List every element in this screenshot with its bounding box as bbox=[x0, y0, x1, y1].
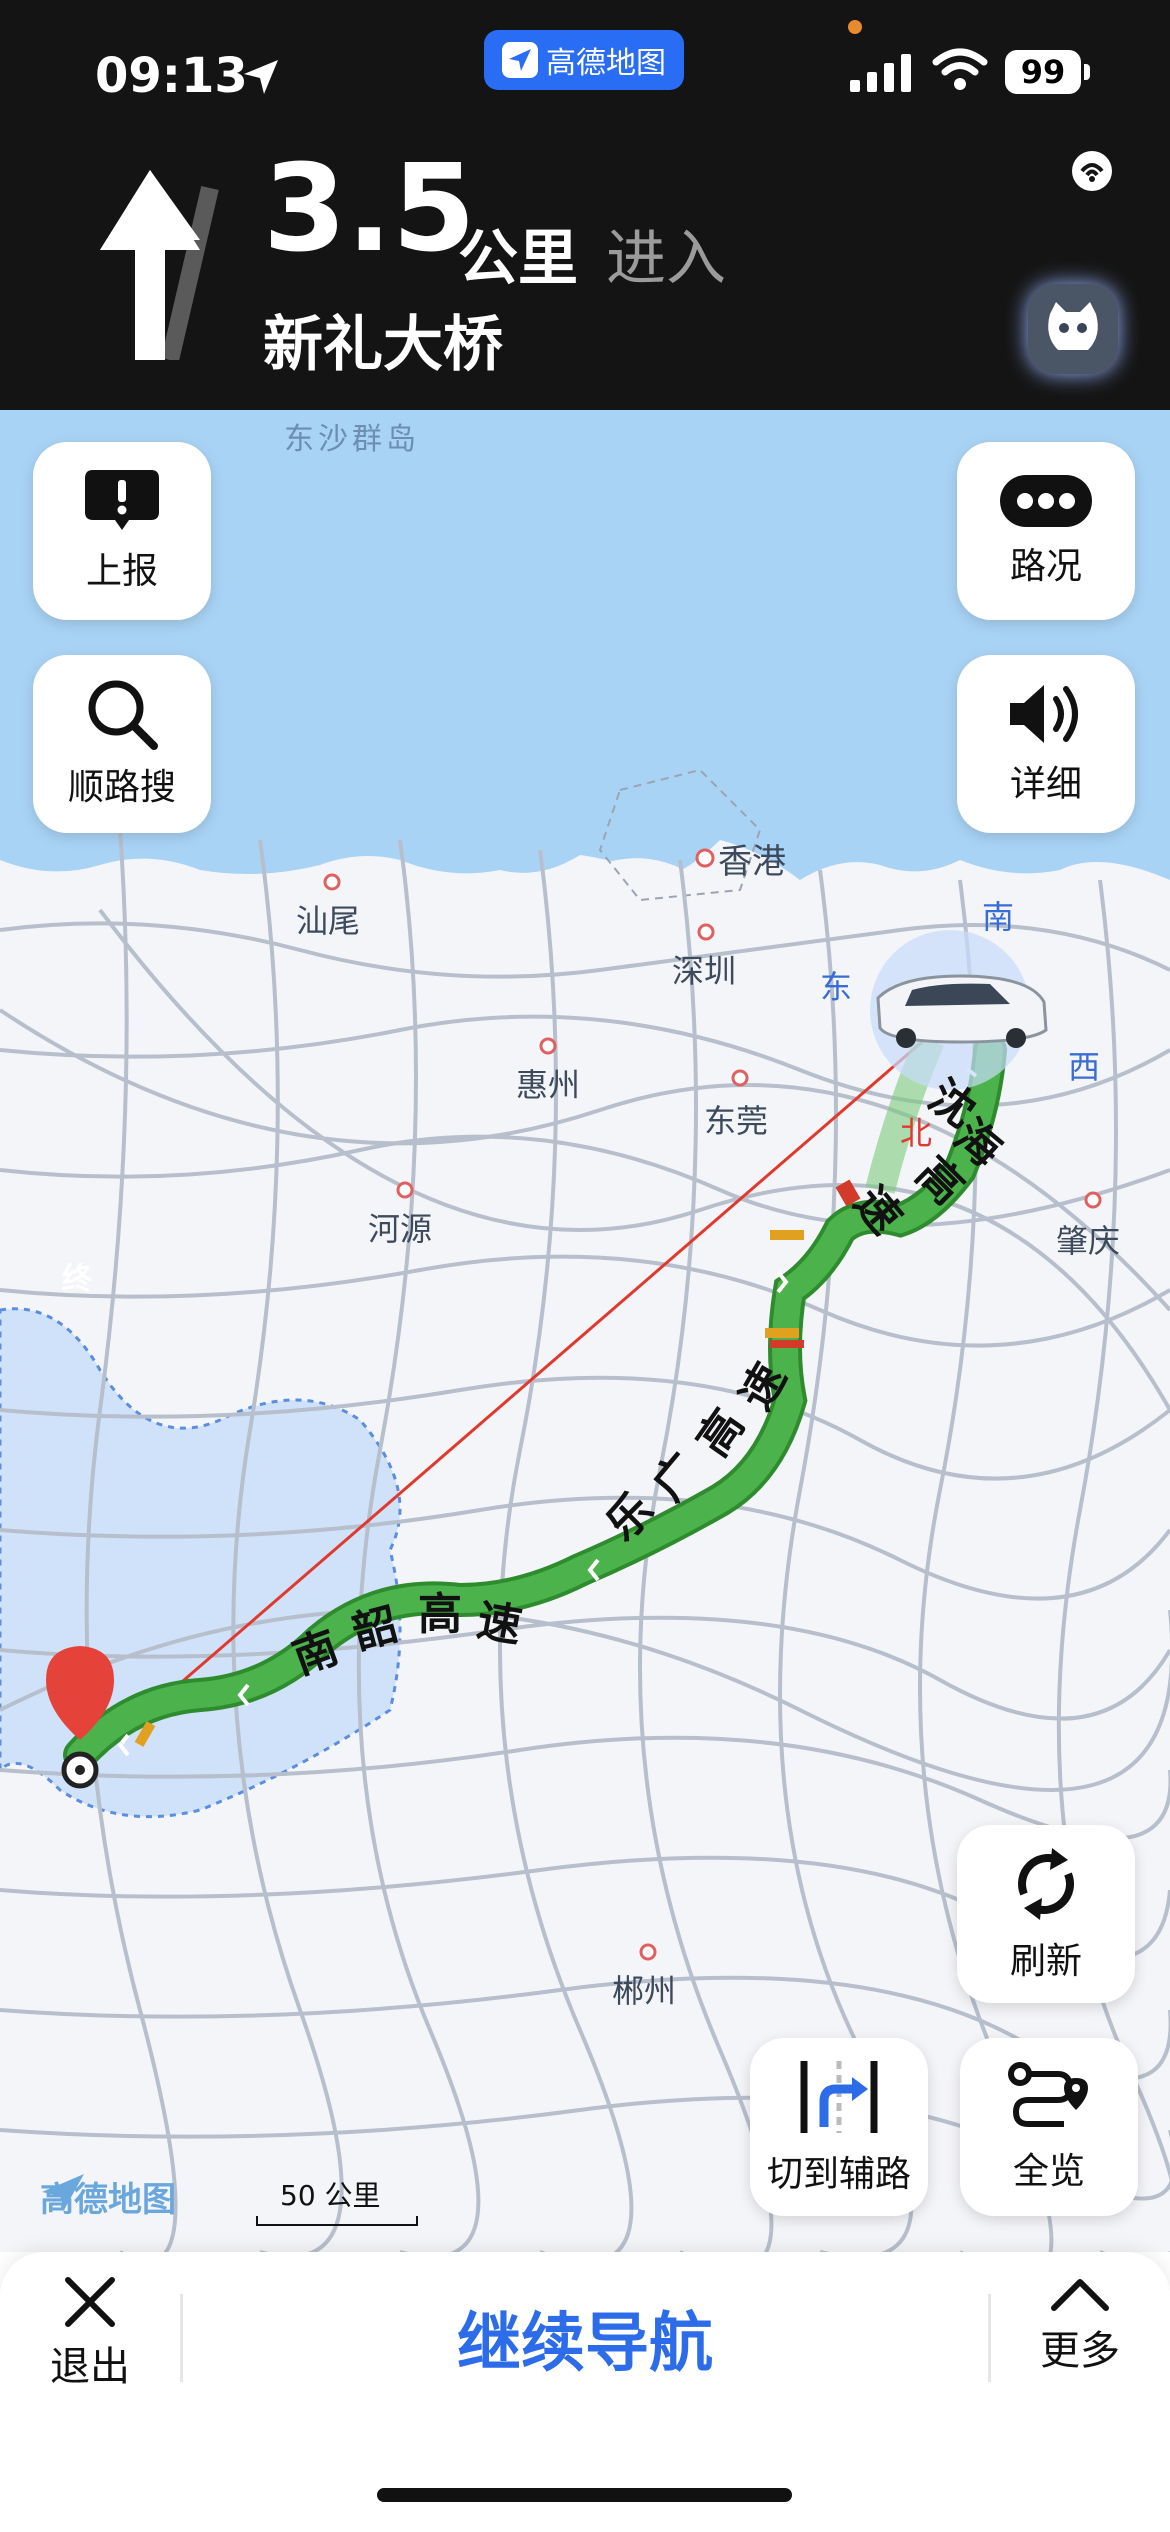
status-bar: 09:13 高德地图 99 bbox=[0, 0, 1170, 150]
app-indicator-pill[interactable]: 高德地图 bbox=[484, 30, 684, 90]
compass-west: 西 bbox=[1068, 1048, 1101, 1086]
switch-side-road-label: 切到辅路 bbox=[766, 2154, 911, 2195]
label-hong-kong: 香港 bbox=[718, 842, 786, 882]
compass-south: 南 bbox=[982, 898, 1015, 936]
side-road-icon bbox=[800, 2061, 878, 2133]
destination-marker-label: 终 bbox=[62, 1262, 92, 1297]
home-indicator[interactable] bbox=[377, 2488, 792, 2502]
traffic-button-label: 路况 bbox=[1009, 546, 1082, 587]
label-chenzhou: 郴州 bbox=[612, 1972, 677, 2010]
exit-button-label: 退出 bbox=[50, 2344, 130, 2390]
label-dongsha-islands: 东沙群岛 bbox=[284, 422, 420, 457]
route-overview-button[interactable]: 全览 bbox=[960, 2038, 1138, 2216]
compass-east: 东 bbox=[820, 968, 853, 1006]
turn-straight-arrow-icon bbox=[100, 170, 219, 360]
more-button[interactable]: 更多 bbox=[1030, 2274, 1130, 2376]
battery-tip bbox=[1084, 64, 1090, 80]
refresh-icon bbox=[1018, 1848, 1074, 1920]
amap-watermark-icon bbox=[42, 2174, 84, 2210]
refresh-button[interactable]: 刷新 bbox=[957, 1825, 1135, 2003]
map-scale-bar bbox=[256, 2216, 418, 2226]
gps-signal-icon[interactable] bbox=[1068, 145, 1118, 195]
vehicle-position-icon bbox=[876, 974, 1048, 1048]
label-heyuan: 河源 bbox=[368, 1210, 433, 1248]
divider-right bbox=[988, 2294, 991, 2382]
refresh-button-label: 刷新 bbox=[1009, 1941, 1082, 1982]
wifi-icon bbox=[932, 48, 988, 90]
map-logo: 高德地图 bbox=[40, 2172, 176, 2221]
battery-level: 99 bbox=[1005, 50, 1081, 94]
map-scale: 50 公里 bbox=[256, 2174, 418, 2226]
status-time: 09:13 bbox=[95, 48, 248, 104]
speaker-icon bbox=[1010, 685, 1078, 743]
maneuver-action: 进入 bbox=[606, 224, 726, 294]
chevron-up-icon bbox=[1051, 2279, 1109, 2311]
report-exclamation-icon bbox=[85, 470, 159, 530]
distance-value: 3.5 bbox=[263, 140, 476, 279]
label-shanwei: 汕尾 bbox=[296, 902, 361, 940]
next-road-name: 新礼大桥 bbox=[263, 310, 503, 380]
route-overview-icon bbox=[1008, 2062, 1088, 2127]
label-shenzhen: 深圳 bbox=[672, 952, 737, 990]
cellular-signal-icon bbox=[850, 54, 911, 92]
privacy-indicator-dot bbox=[848, 20, 862, 34]
label-huizhou: 惠州 bbox=[516, 1066, 581, 1104]
app-indicator-label: 高德地图 bbox=[546, 46, 666, 81]
divider-left bbox=[180, 2294, 183, 2382]
highway-label-nanshao-3: 高 bbox=[418, 1589, 468, 1640]
continue-navigation-button[interactable]: 继续导航 bbox=[280, 2292, 890, 2384]
amap-logo-icon bbox=[502, 42, 538, 78]
label-dongguan: 东莞 bbox=[704, 1102, 769, 1140]
map-scale-text: 50 公里 bbox=[280, 2179, 381, 2212]
switch-side-road-button[interactable]: 切到辅路 bbox=[750, 2038, 928, 2216]
route-overview-label: 全览 bbox=[1012, 2151, 1085, 2192]
more-button-label: 更多 bbox=[1040, 2328, 1120, 2374]
close-icon bbox=[65, 2277, 115, 2327]
report-button[interactable]: 上报 bbox=[33, 442, 211, 620]
traffic-dots-icon bbox=[1000, 475, 1092, 527]
report-button-label: 上报 bbox=[85, 551, 158, 592]
voice-detail-label: 详细 bbox=[1009, 764, 1082, 805]
traffic-button[interactable]: 路况 bbox=[957, 442, 1135, 620]
label-zhaoqing: 肇庆 bbox=[1056, 1222, 1121, 1260]
location-arrow-icon bbox=[244, 60, 278, 94]
province-region bbox=[0, 1307, 402, 1819]
search-along-route-label: 顺路搜 bbox=[67, 767, 176, 808]
exit-button[interactable]: 退出 bbox=[40, 2274, 140, 2392]
voice-assistant-avatar-icon[interactable] bbox=[1028, 284, 1118, 374]
distance-unit: 公里 bbox=[458, 224, 578, 294]
voice-detail-button[interactable]: 详细 bbox=[957, 655, 1135, 833]
search-along-route-button[interactable]: 顺路搜 bbox=[33, 655, 211, 833]
search-icon bbox=[88, 680, 158, 750]
navigation-header: 09:13 高德地图 99 3.5 公里 进入 新礼大桥 bbox=[0, 0, 1170, 410]
